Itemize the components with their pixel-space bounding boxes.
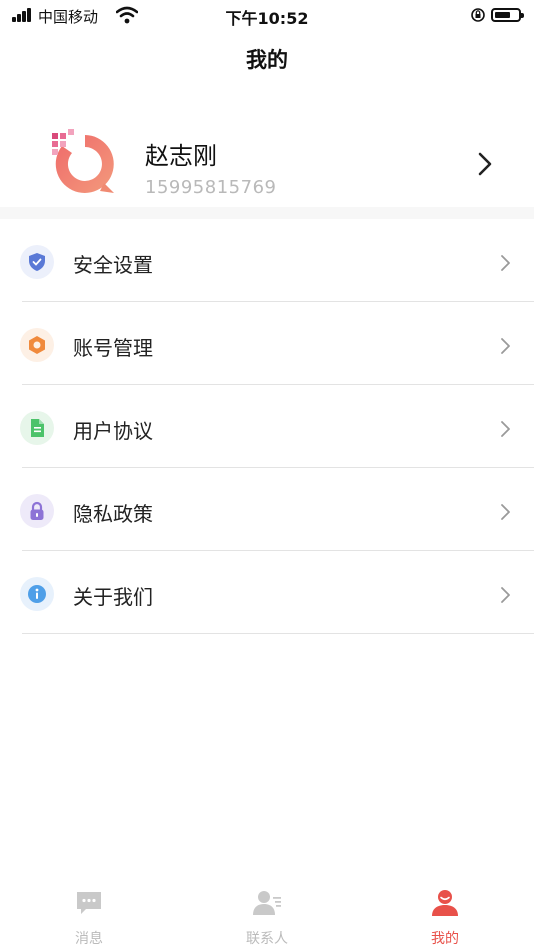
lock-icon (20, 494, 54, 528)
profile-name: 赵志刚 (145, 142, 217, 170)
battery-fill (495, 12, 510, 18)
chevron-right-icon (501, 255, 510, 271)
tab-bar: 消息 联系人 我的 (0, 880, 534, 950)
menu-item-about[interactable]: 关于我们 (0, 551, 534, 634)
shield-icon (20, 245, 54, 279)
tab-label: 我的 (431, 931, 459, 947)
document-icon (20, 411, 54, 445)
page-title: 我的 (246, 48, 288, 72)
settings-menu: 安全设置 账号管理 用户协议 隐私政策 关于我们 (0, 219, 534, 634)
menu-item-label: 账号管理 (73, 336, 153, 360)
status-time: 下午10:52 (225, 9, 309, 28)
account-icon (20, 328, 54, 362)
avatar (52, 129, 114, 193)
chevron-right-icon (501, 421, 510, 437)
battery-icon (491, 8, 524, 22)
chevron-right-icon (478, 152, 492, 176)
menu-item-label: 关于我们 (73, 585, 153, 609)
chevron-right-icon (501, 338, 510, 354)
status-bar: 中国移动 下午10:52 (0, 0, 534, 32)
tab-mine[interactable]: 我的 (356, 880, 534, 950)
menu-item-agreement[interactable]: 用户协议 (0, 385, 534, 468)
menu-item-label: 隐私政策 (73, 502, 153, 526)
profile-phone: 15995815769 (145, 177, 277, 198)
profile-card[interactable]: 赵志刚 15995815769 (0, 105, 534, 207)
chevron-right-icon (501, 504, 510, 520)
message-icon (77, 892, 101, 914)
chevron-right-icon (501, 587, 510, 603)
menu-item-label: 安全设置 (73, 253, 153, 277)
tab-label: 消息 (75, 931, 103, 947)
divider (22, 633, 534, 634)
menu-item-account[interactable]: 账号管理 (0, 302, 534, 385)
tab-contacts[interactable]: 联系人 (178, 880, 356, 950)
rotation-lock-icon (471, 8, 485, 22)
tab-label: 联系人 (246, 931, 288, 947)
profile-icon (432, 890, 458, 916)
section-divider (0, 207, 534, 219)
menu-item-security[interactable]: 安全设置 (0, 219, 534, 302)
tab-messages[interactable]: 消息 (0, 880, 178, 950)
menu-item-privacy[interactable]: 隐私政策 (0, 468, 534, 551)
menu-item-label: 用户协议 (73, 419, 153, 443)
contacts-icon (253, 891, 281, 915)
info-icon (20, 577, 54, 611)
